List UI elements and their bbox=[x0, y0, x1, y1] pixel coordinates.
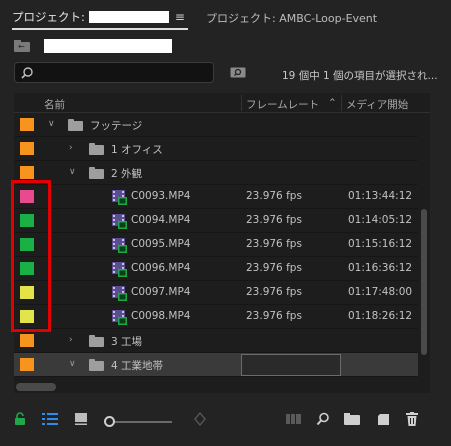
bin-name: 3 工場 bbox=[111, 336, 143, 348]
new-bin-icon[interactable] bbox=[344, 412, 360, 425]
bin-path-row: ← bbox=[14, 38, 172, 54]
find-icon-bottom[interactable] bbox=[316, 412, 330, 426]
media-start-timecode: 01:17:48:00 bbox=[348, 286, 413, 298]
panel-tab-bar: プロジェクト: ≡ プロジェクト: AMBC-Loop-Event bbox=[0, 0, 451, 32]
clip-name: C0096.MP4 bbox=[131, 262, 191, 274]
find-icon[interactable] bbox=[230, 66, 246, 82]
folder-icon bbox=[89, 143, 104, 155]
tab-project-label: プロジェクト: bbox=[12, 10, 85, 24]
frame-rate-value: 23.976 fps bbox=[246, 238, 302, 250]
media-start-timecode: 01:16:36:12 bbox=[348, 262, 413, 274]
automate-to-sequence-icon[interactable] bbox=[286, 412, 302, 426]
clip-row-item[interactable]: C0096.MP4 23.976 fps 01:16:36:12 bbox=[14, 257, 418, 281]
label-color-swatch[interactable] bbox=[20, 118, 34, 131]
clip-name: C0094.MP4 bbox=[131, 214, 191, 226]
clip-row-item[interactable]: C0094.MP4 23.976 fps 01:14:05:12 bbox=[14, 209, 418, 233]
clip-name: C0093.MP4 bbox=[131, 190, 191, 202]
selection-status-text: 19 個中 1 個の項目が選択され... bbox=[282, 70, 438, 82]
vertical-scrollbar[interactable] bbox=[420, 113, 428, 391]
clip-name: C0095.MP4 bbox=[131, 238, 191, 250]
list-view-icon[interactable] bbox=[42, 412, 58, 426]
frame-rate-value: 23.976 fps bbox=[246, 286, 302, 298]
search-input[interactable] bbox=[14, 62, 214, 83]
bin-row-item[interactable]: ∨ 2 外観 bbox=[14, 161, 418, 185]
bin-name: フッテージ bbox=[90, 120, 143, 132]
folder-icon bbox=[89, 167, 104, 179]
video-clip-icon bbox=[112, 310, 127, 325]
video-clip-icon bbox=[112, 262, 127, 277]
folder-icon bbox=[89, 335, 104, 347]
project-item-list: 名前 フレームレート ⌃ メディア開始 ∨ フッテージ › 1 オフィス ∨ 2 外観 C0… bbox=[14, 93, 430, 393]
redacted-bin-path bbox=[44, 39, 172, 53]
search-icon bbox=[21, 67, 33, 79]
chevron-right-icon[interactable]: › bbox=[69, 142, 73, 154]
horizontal-scrollbar-thumb[interactable] bbox=[16, 383, 56, 391]
tab-project-active[interactable]: プロジェクト: ≡ bbox=[12, 8, 185, 26]
media-start-timecode: 01:13:44:12 bbox=[348, 190, 413, 202]
frame-rate-value: 23.976 fps bbox=[246, 190, 302, 202]
zoom-slider-track[interactable] bbox=[110, 421, 172, 423]
bin-row-item[interactable]: › 3 工場 bbox=[14, 329, 418, 353]
bin-row-item[interactable]: › 1 オフィス bbox=[14, 137, 418, 161]
icon-view-icon[interactable] bbox=[74, 412, 88, 426]
zoom-slider-knob[interactable] bbox=[104, 416, 115, 427]
label-color-swatch[interactable] bbox=[20, 166, 34, 179]
clip-row-item[interactable]: C0095.MP4 23.976 fps 01:15:16:12 bbox=[14, 233, 418, 257]
media-start-timecode: 01:14:05:12 bbox=[348, 214, 413, 226]
chevron-down-icon[interactable]: ∨ bbox=[69, 166, 76, 178]
column-header-frame-rate[interactable]: フレームレート bbox=[246, 97, 319, 112]
bin-name: 4 工業地帯 bbox=[111, 360, 164, 372]
frame-rate-value: 23.976 fps bbox=[246, 214, 302, 226]
column-header-name[interactable]: 名前 bbox=[44, 97, 65, 112]
sort-icons-icon[interactable] bbox=[194, 412, 206, 426]
media-start-timecode: 01:18:26:12 bbox=[348, 310, 413, 322]
label-color-swatch[interactable] bbox=[20, 334, 34, 347]
label-color-swatch[interactable] bbox=[20, 142, 34, 155]
redacted-project-name bbox=[88, 11, 169, 23]
bin-row-item[interactable]: ∨ フッテージ bbox=[14, 113, 418, 137]
bin-name: 1 オフィス bbox=[111, 144, 163, 156]
chevron-down-icon[interactable]: ∨ bbox=[69, 358, 76, 370]
vertical-scrollbar-thumb[interactable] bbox=[421, 209, 427, 355]
frame-rate-edit-field[interactable] bbox=[241, 354, 341, 376]
bin-row-item[interactable]: ∨ 4 工業地帯 bbox=[14, 353, 418, 377]
clip-row-item[interactable]: C0093.MP4 23.976 fps 01:13:44:12 bbox=[14, 185, 418, 209]
column-header-media-start[interactable]: メディア開始 bbox=[346, 97, 408, 112]
active-tab-underline bbox=[12, 28, 188, 30]
list-header: 名前 フレームレート ⌃ メディア開始 bbox=[14, 93, 430, 113]
highlight-annotation-box bbox=[11, 180, 51, 332]
tab-project-other[interactable]: プロジェクト: AMBC-Loop-Event bbox=[206, 10, 377, 26]
clip-row-item[interactable]: C0097.MP4 23.976 fps 01:17:48:00 bbox=[14, 281, 418, 305]
trash-icon[interactable] bbox=[406, 412, 418, 426]
parent-bin-icon[interactable]: ← bbox=[14, 40, 30, 52]
clip-name: C0097.MP4 bbox=[131, 286, 191, 298]
frame-rate-value: 23.976 fps bbox=[246, 310, 302, 322]
video-clip-icon bbox=[112, 286, 127, 301]
folder-icon bbox=[89, 359, 104, 371]
label-color-swatch[interactable] bbox=[20, 358, 34, 371]
bin-name: 2 外観 bbox=[111, 168, 143, 180]
video-clip-icon bbox=[112, 214, 127, 229]
sort-ascending-icon[interactable]: ⌃ bbox=[328, 97, 337, 109]
new-item-icon[interactable] bbox=[376, 412, 390, 426]
clip-row-item[interactable]: C0098.MP4 23.976 fps 01:18:26:12 bbox=[14, 305, 418, 329]
clip-name: C0098.MP4 bbox=[131, 310, 191, 322]
frame-rate-value: 23.976 fps bbox=[246, 262, 302, 274]
chevron-right-icon[interactable]: › bbox=[69, 334, 73, 346]
column-divider bbox=[341, 95, 342, 111]
video-clip-icon bbox=[112, 238, 127, 253]
folder-icon bbox=[68, 119, 83, 131]
column-divider bbox=[241, 95, 242, 111]
chevron-down-icon[interactable]: ∨ bbox=[48, 118, 55, 130]
lock-icon[interactable] bbox=[14, 412, 26, 426]
media-start-timecode: 01:15:16:12 bbox=[348, 238, 413, 250]
video-clip-icon bbox=[112, 190, 127, 205]
hamburger-menu-icon[interactable]: ≡ bbox=[175, 10, 185, 24]
